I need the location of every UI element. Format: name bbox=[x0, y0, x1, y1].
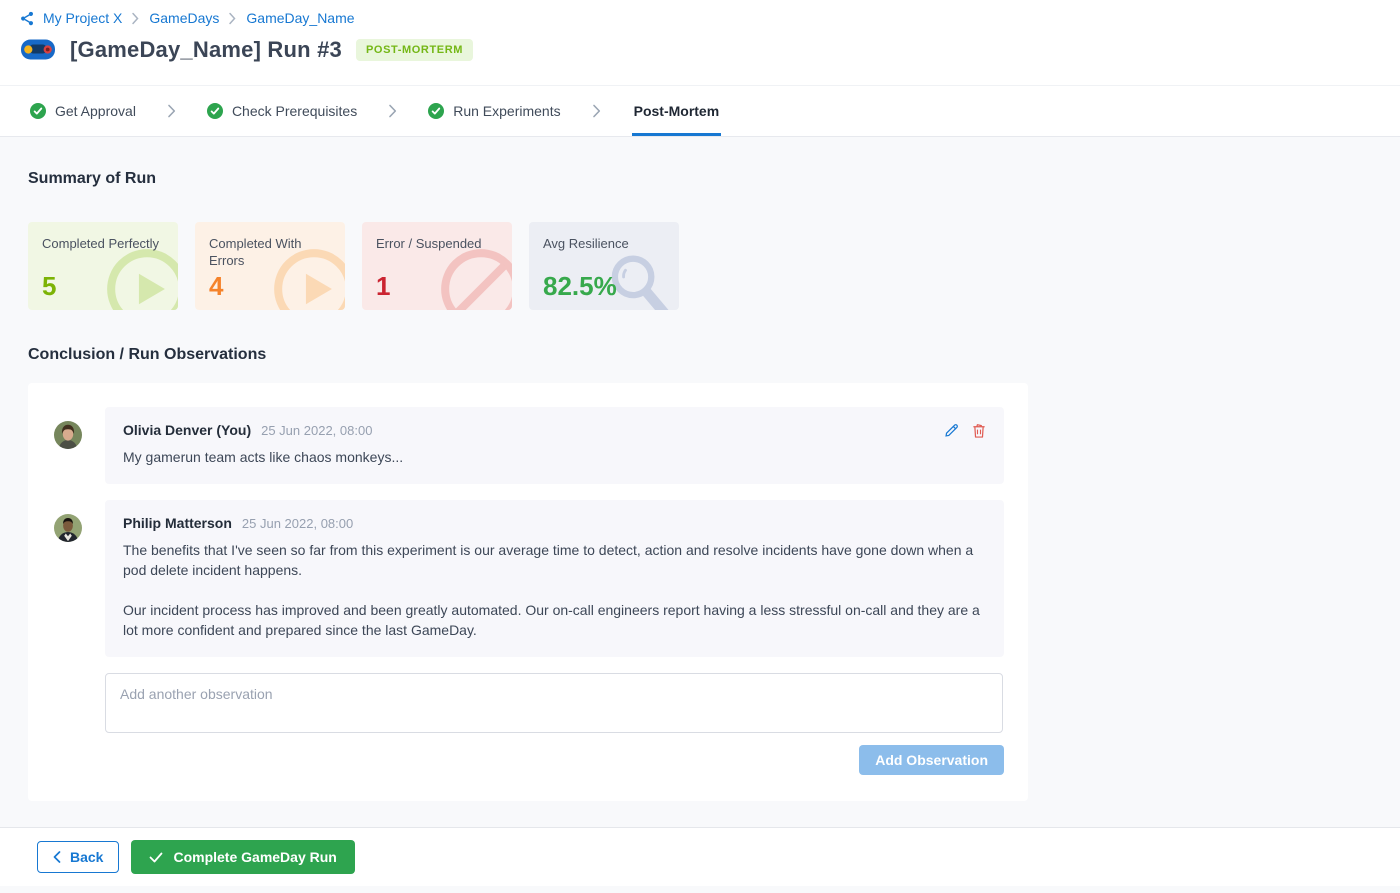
back-button-label: Back bbox=[70, 849, 103, 865]
add-observation-button[interactable]: Add Observation bbox=[859, 745, 1004, 775]
stat-label: Error / Suspended bbox=[376, 235, 498, 252]
observations-card: Olivia Denver (You) 25 Jun 2022, 08:00 bbox=[28, 383, 1028, 801]
stat-card-completed-with-errors: Completed With Errors 4 bbox=[195, 222, 345, 310]
observation-comment: Olivia Denver (You) 25 Jun 2022, 08:00 bbox=[54, 407, 1004, 484]
avatar bbox=[54, 421, 82, 449]
tab-post-mortem[interactable]: Post-Mortem bbox=[632, 86, 722, 136]
avatar bbox=[54, 514, 82, 542]
play-circle-icon bbox=[104, 246, 178, 310]
stat-label: Completed With Errors bbox=[209, 235, 331, 269]
chevron-right-icon bbox=[228, 12, 237, 25]
footer-bar: Back Complete GameDay Run bbox=[0, 827, 1400, 886]
observation-comment: Philip Matterson 25 Jun 2022, 08:00 The … bbox=[54, 500, 1004, 657]
tab-get-approval[interactable]: Get Approval bbox=[30, 86, 136, 136]
comment-timestamp: 25 Jun 2022, 08:00 bbox=[242, 516, 353, 531]
bottom-strip bbox=[0, 886, 1400, 893]
complete-gameday-run-button[interactable]: Complete GameDay Run bbox=[131, 840, 354, 874]
status-badge: POST-MORTERM bbox=[356, 39, 473, 61]
comment-text: Our incident process has improved and be… bbox=[123, 600, 986, 640]
complete-button-label: Complete GameDay Run bbox=[173, 849, 336, 865]
tab-run-experiments[interactable]: Run Experiments bbox=[428, 86, 560, 136]
stat-value: 1 bbox=[376, 271, 390, 302]
summary-heading: Summary of Run bbox=[28, 137, 1372, 188]
chevron-right-icon bbox=[166, 86, 177, 136]
comment-bubble: Olivia Denver (You) 25 Jun 2022, 08:00 bbox=[105, 407, 1004, 484]
breadcrumb: My Project X GameDays GameDay_Name bbox=[20, 10, 1400, 26]
tab-label: Check Prerequisites bbox=[232, 103, 357, 119]
check-circle-icon bbox=[428, 103, 444, 119]
chevron-right-icon bbox=[131, 12, 140, 25]
comment-timestamp: 25 Jun 2022, 08:00 bbox=[261, 423, 372, 438]
tab-check-prerequisites[interactable]: Check Prerequisites bbox=[207, 86, 357, 136]
tab-label: Post-Mortem bbox=[634, 103, 720, 119]
stat-value: 82.5% bbox=[543, 271, 617, 302]
comment-text: My gamerun team acts like chaos monkeys.… bbox=[123, 447, 986, 467]
check-circle-icon bbox=[207, 103, 223, 119]
project-share-icon bbox=[20, 11, 35, 26]
ban-icon bbox=[438, 246, 512, 310]
tab-label: Run Experiments bbox=[453, 103, 560, 119]
stat-value: 4 bbox=[209, 271, 223, 302]
pencil-icon bbox=[944, 423, 959, 438]
summary-cards: Completed Perfectly 5 Completed With Err… bbox=[28, 222, 1372, 310]
stat-label: Completed Perfectly bbox=[42, 235, 164, 252]
delete-observation-button[interactable] bbox=[972, 423, 986, 438]
observations-heading: Conclusion / Run Observations bbox=[28, 346, 1372, 364]
page-header: My Project X GameDays GameDay_Name [Game… bbox=[0, 0, 1400, 85]
comment-text: The benefits that I've seen so far from … bbox=[123, 540, 986, 580]
breadcrumb-item-project[interactable]: My Project X bbox=[43, 10, 122, 26]
edit-observation-button[interactable] bbox=[944, 423, 959, 438]
chevron-right-icon bbox=[591, 86, 602, 136]
chevron-left-icon bbox=[53, 851, 61, 863]
breadcrumb-item-gamedays[interactable]: GameDays bbox=[149, 10, 219, 26]
check-icon bbox=[149, 852, 163, 863]
trash-icon bbox=[972, 423, 986, 438]
breadcrumb-item-gameday-name[interactable]: GameDay_Name bbox=[246, 10, 354, 26]
comment-author: Philip Matterson bbox=[123, 515, 232, 531]
stat-card-completed-perfectly: Completed Perfectly 5 bbox=[28, 222, 178, 310]
comment-bubble: Philip Matterson 25 Jun 2022, 08:00 The … bbox=[105, 500, 1004, 657]
comment-author: Olivia Denver (You) bbox=[123, 422, 251, 438]
stat-card-avg-resilience: Avg Resilience 82.5% bbox=[529, 222, 679, 310]
stat-card-error-suspended: Error / Suspended 1 bbox=[362, 222, 512, 310]
stat-label: Avg Resilience bbox=[543, 235, 665, 252]
page-title: [GameDay_Name] Run #3 bbox=[70, 37, 342, 63]
gamepad-icon bbox=[20, 36, 56, 63]
main-content: Summary of Run Completed Perfectly 5 Com… bbox=[0, 137, 1400, 827]
back-button[interactable]: Back bbox=[37, 841, 119, 873]
check-circle-icon bbox=[30, 103, 46, 119]
chevron-right-icon bbox=[387, 86, 398, 136]
add-observation-input[interactable] bbox=[105, 673, 1003, 733]
stat-value: 5 bbox=[42, 271, 56, 302]
run-steps-tabbar: Get Approval Check Prerequisites Run Exp… bbox=[0, 85, 1400, 137]
tab-label: Get Approval bbox=[55, 103, 136, 119]
